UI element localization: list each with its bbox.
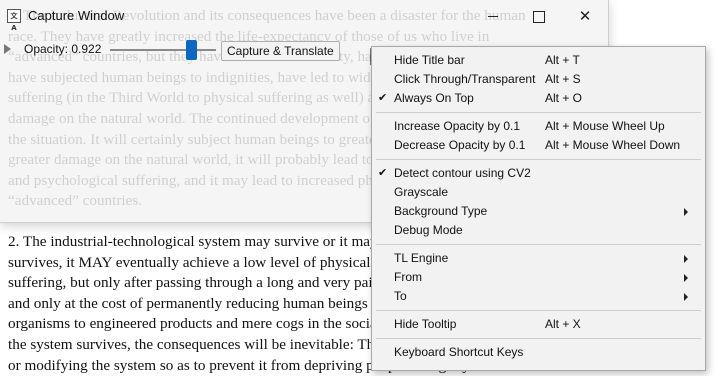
context-menu: Hide Title bar Alt + T Click Through/Trans… — [371, 46, 706, 371]
menu-separator — [376, 338, 701, 339]
opacity-label: Opacity: 0.922 — [24, 42, 102, 56]
menu-item-shortcut: Alt + Mouse Wheel Up — [545, 119, 665, 133]
menu-item-background-type[interactable]: Background Type — [372, 202, 705, 221]
close-button[interactable]: ✕ — [562, 0, 608, 32]
capture-translate-button[interactable]: Capture & Translate — [221, 41, 340, 61]
menu-item-to[interactable]: To — [372, 287, 705, 306]
close-icon: ✕ — [578, 7, 592, 25]
menu-item-label: TL Engine — [394, 251, 449, 265]
window-title: Capture Window — [28, 8, 125, 23]
menu-item-click-through-transparent[interactable]: Click Through/Transparent Alt + S — [372, 70, 705, 89]
menu-item-shortcut: Alt + X — [545, 317, 581, 331]
maximize-icon — [533, 10, 545, 23]
menu-item-label: Debug Mode — [394, 223, 463, 237]
menu-item-label: From — [394, 270, 422, 284]
menu-item-keyboard-shortcut-keys[interactable]: Keyboard Shortcut Keys — [372, 343, 705, 362]
menu-separator — [376, 159, 701, 160]
menu-item-decrease-opacity-by-0-1[interactable]: Decrease Opacity by 0.1 Alt + Mouse Wheel… — [372, 136, 705, 155]
menu-separator — [376, 112, 701, 113]
submenu-arrow-icon — [684, 208, 688, 216]
menu-item-shortcut: Alt + T — [545, 53, 580, 67]
menu-item-from[interactable]: From — [372, 268, 705, 287]
menu-item-label: Background Type — [394, 204, 488, 218]
title-bar[interactable]: 文A Capture Window ✕ — [0, 0, 608, 32]
menu-item-debug-mode[interactable]: Debug Mode — [372, 221, 705, 240]
menu-item-always-on-top[interactable]: ✔ Always On Top Alt + O — [372, 89, 705, 108]
menu-item-shortcut: Alt + S — [545, 72, 581, 86]
menu-item-hide-title-bar[interactable]: Hide Title bar Alt + T — [372, 51, 705, 70]
menu-separator — [376, 310, 701, 311]
minimize-icon — [488, 16, 498, 17]
minimize-button[interactable] — [470, 0, 516, 32]
menu-item-label: Decrease Opacity by 0.1 — [394, 138, 526, 152]
menu-item-increase-opacity-by-0-1[interactable]: Increase Opacity by 0.1 Alt + Mouse Wheel… — [372, 117, 705, 136]
menu-item-hide-tooltip[interactable]: Hide Tooltip Alt + X — [372, 315, 705, 334]
menu-item-detect-contour-using-cv2[interactable]: ✔ Detect contour using CV2 — [372, 164, 705, 183]
opacity-slider[interactable] — [110, 49, 216, 51]
menu-item-shortcut: Alt + O — [545, 91, 583, 105]
play-icon[interactable] — [4, 44, 11, 54]
menu-item-shortcut: Alt + Mouse Wheel Down — [545, 138, 681, 152]
menu-item-label: To — [394, 289, 407, 303]
menu-item-label: Keyboard Shortcut Keys — [394, 345, 524, 359]
menu-item-label: Hide Tooltip — [394, 317, 457, 331]
menu-item-label: Increase Opacity by 0.1 — [394, 119, 521, 133]
submenu-arrow-icon — [684, 293, 688, 301]
check-icon: ✔ — [378, 92, 388, 104]
menu-separator — [376, 244, 701, 245]
maximize-button[interactable] — [516, 0, 562, 32]
menu-item-label: Always On Top — [394, 91, 474, 105]
menu-item-tl-engine[interactable]: TL Engine — [372, 249, 705, 268]
menu-item-grayscale[interactable]: Grayscale — [372, 183, 705, 202]
menu-item-label: Hide Title bar — [394, 53, 465, 67]
menu-item-label: Click Through/Transparent — [394, 72, 536, 86]
check-icon: ✔ — [378, 167, 388, 179]
menu-item-label: Detect contour using CV2 — [394, 166, 531, 180]
submenu-arrow-icon — [684, 274, 688, 282]
opacity-slider-thumb[interactable] — [186, 40, 197, 60]
menu-item-label: Grayscale — [394, 185, 449, 199]
submenu-arrow-icon — [684, 255, 688, 263]
app-icon: 文A — [7, 9, 21, 32]
